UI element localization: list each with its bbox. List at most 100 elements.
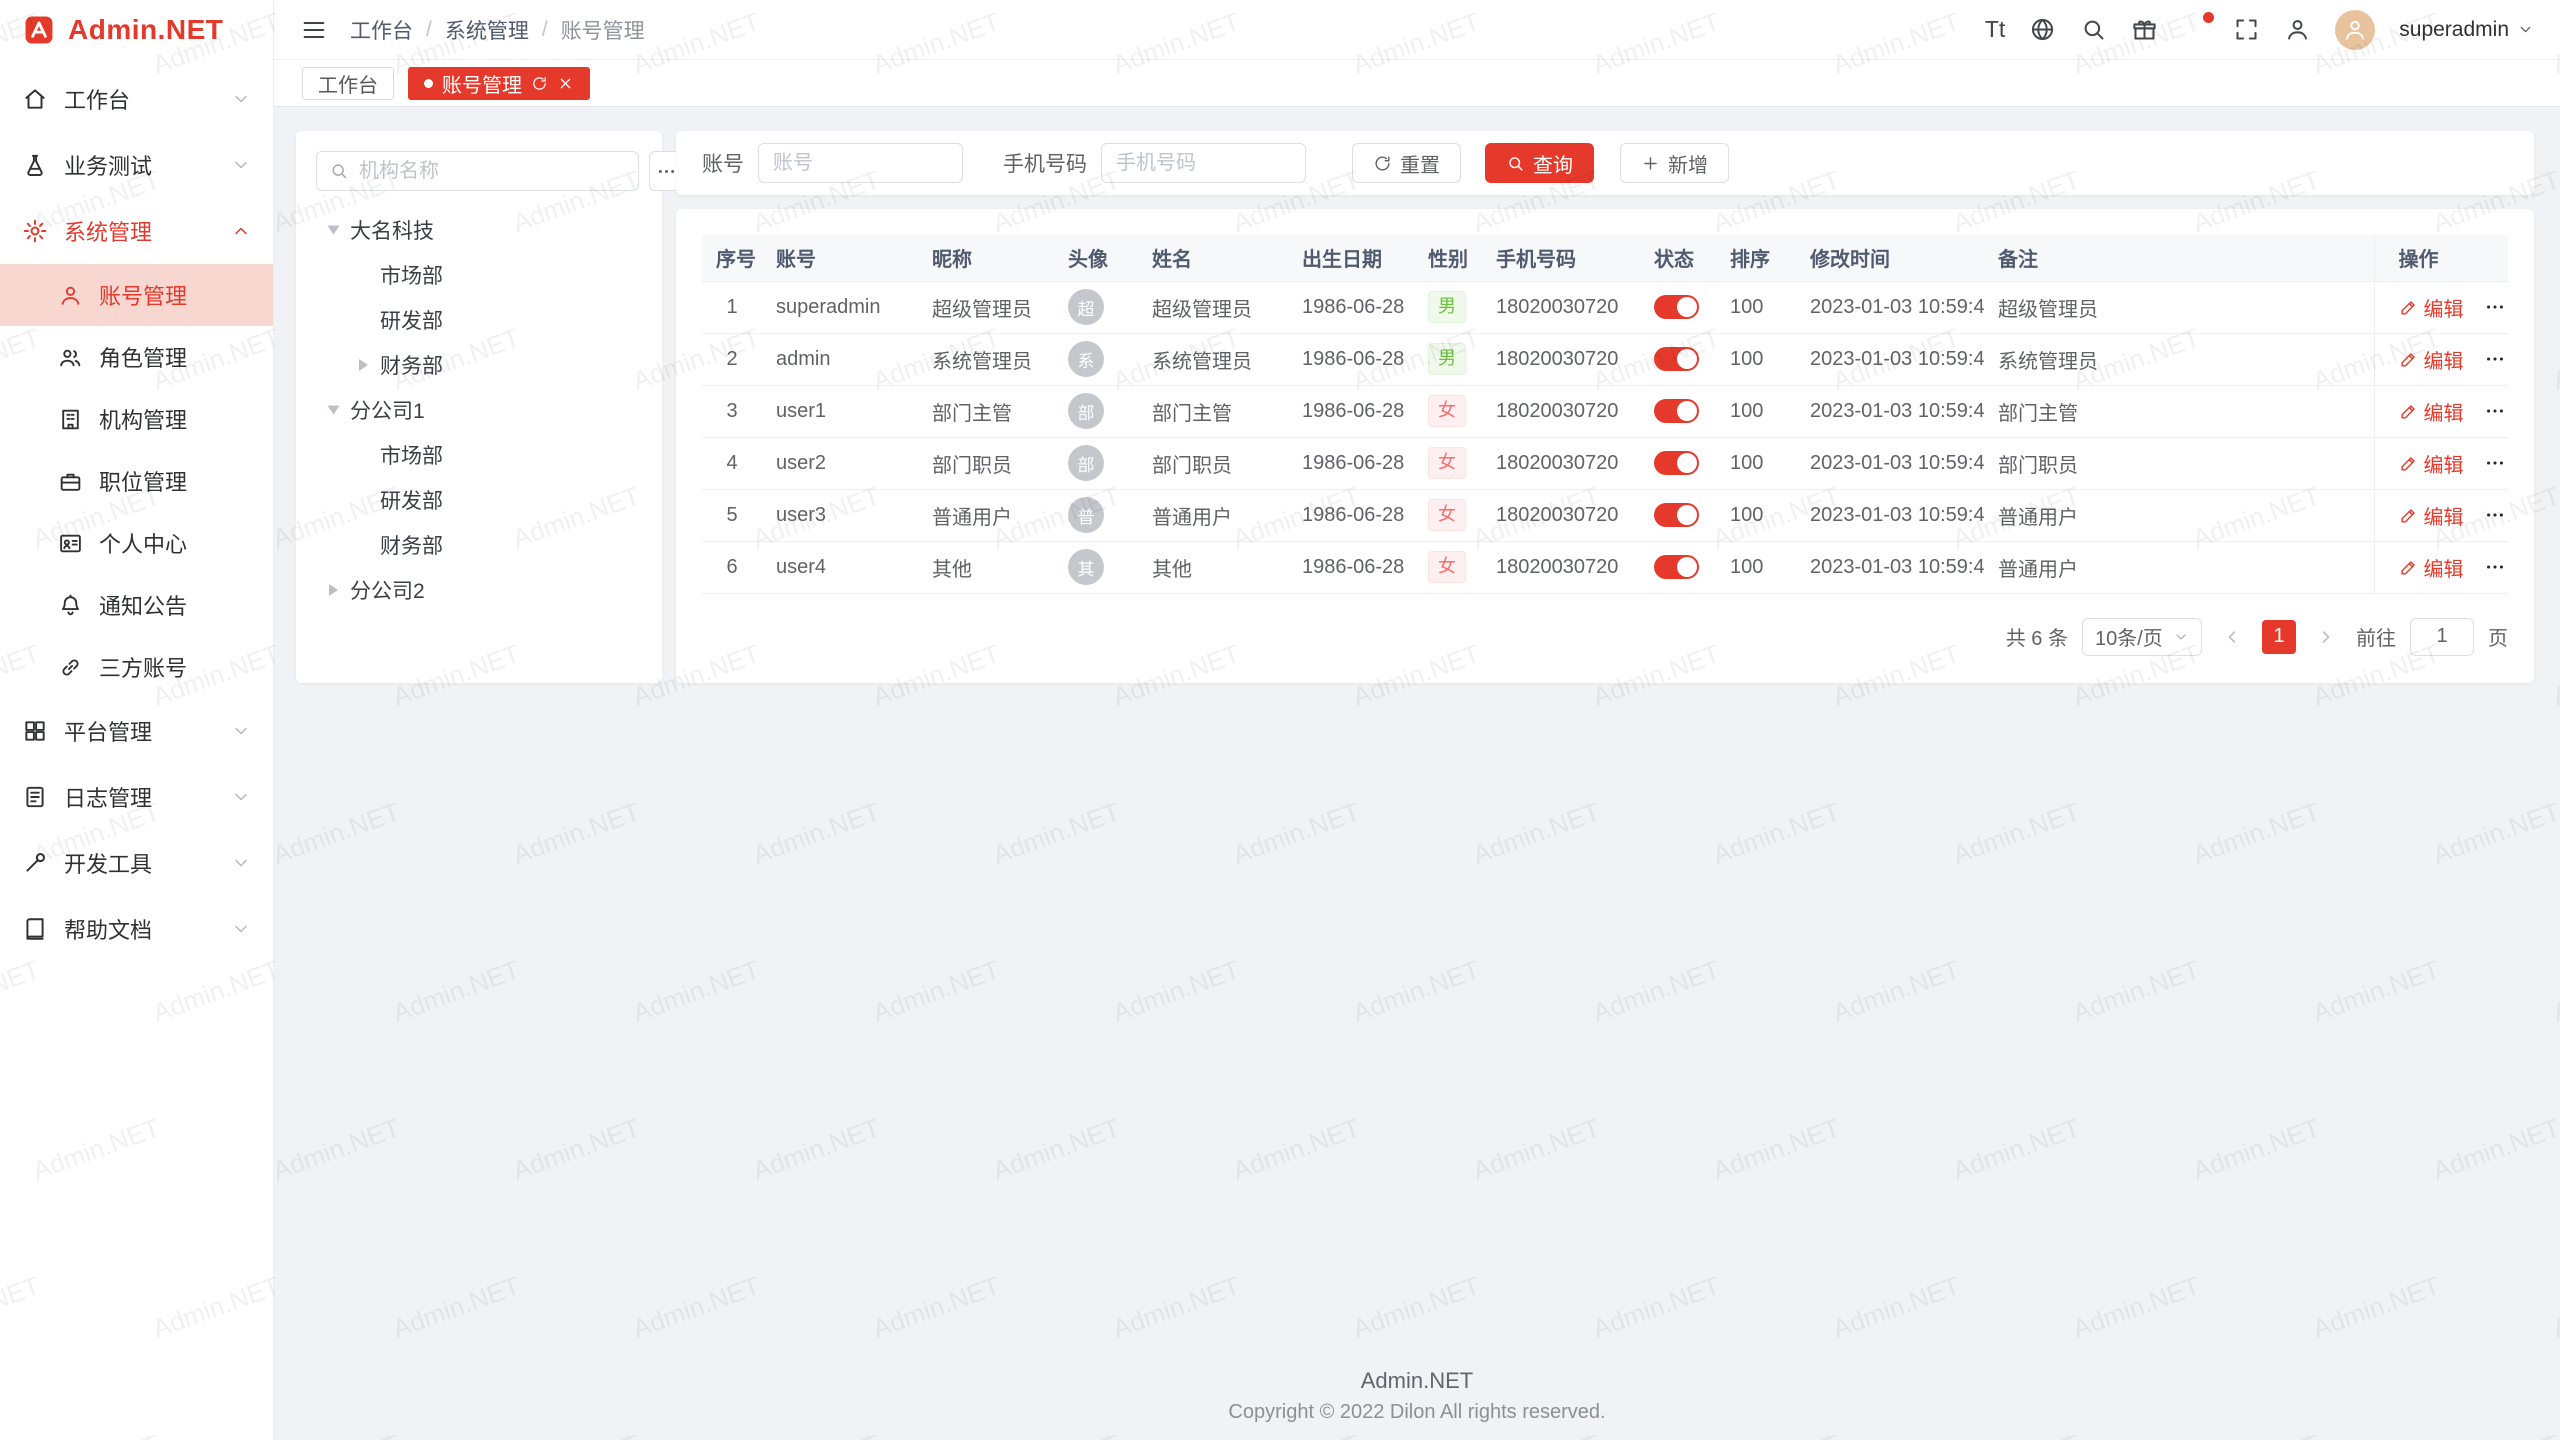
table-row: 3user1部门主管部部门主管1986-06-28女18020030720100…	[702, 385, 2508, 437]
sidebar-item-system-management[interactable]: 系统管理	[0, 198, 273, 264]
search-button[interactable]	[2080, 16, 2107, 43]
sidebar-item-position-management[interactable]: 职位管理	[0, 450, 273, 512]
row-more-button[interactable]	[2484, 348, 2506, 370]
tree-node[interactable]: 大名科技	[316, 207, 642, 252]
edit-button[interactable]: 编辑	[2399, 501, 2464, 530]
tabs-bar: 工作台账号管理	[274, 60, 2560, 107]
status-toggle[interactable]	[1654, 555, 1699, 579]
status-toggle[interactable]	[1654, 295, 1699, 319]
fullscreen-button[interactable]	[2233, 16, 2260, 43]
prev-page-button[interactable]	[2216, 621, 2248, 653]
status-toggle[interactable]	[1654, 399, 1699, 423]
username-text: superadmin	[2399, 18, 2509, 42]
font-size-button[interactable]: Tt	[1985, 16, 2005, 43]
sidebar-item-org-management[interactable]: 机构管理	[0, 388, 273, 450]
tree-node[interactable]: 市场部	[316, 432, 642, 477]
sidebar-item-business-test[interactable]: 业务测试	[0, 132, 273, 198]
reset-button[interactable]: 重置	[1352, 143, 1461, 183]
sidebar-subitem-label: 三方账号	[99, 651, 187, 683]
cell-remark: 部门主管	[1984, 385, 2374, 437]
caret-placeholder	[350, 532, 376, 558]
cell-nickname: 超级管理员	[918, 281, 1054, 333]
edit-button-label: 编辑	[2424, 553, 2464, 582]
tree-node-label: 大名科技	[350, 215, 434, 245]
cell-status	[1640, 541, 1716, 593]
gift-button[interactable]	[2131, 16, 2158, 43]
edit-button[interactable]: 编辑	[2399, 449, 2464, 478]
edit-button[interactable]: 编辑	[2399, 345, 2464, 374]
refresh-icon[interactable]	[531, 75, 548, 92]
sidebar-item-platform-management[interactable]: 平台管理	[0, 698, 273, 764]
sidebar-item-workbench[interactable]: 工作台	[0, 66, 273, 132]
cell-avatar: 部	[1054, 437, 1138, 489]
tree-node[interactable]: 研发部	[316, 477, 642, 522]
tree-node[interactable]: 研发部	[316, 297, 642, 342]
search-icon	[2080, 16, 2107, 43]
edit-button[interactable]: 编辑	[2399, 397, 2464, 426]
page-number[interactable]: 1	[2262, 620, 2296, 654]
sidebar-item-notice[interactable]: 通知公告	[0, 574, 273, 636]
page-size-select[interactable]: 10条/页	[2082, 618, 2202, 656]
cell-remark: 系统管理员	[1984, 333, 2374, 385]
phone-field: 手机号码	[1003, 143, 1306, 183]
status-toggle[interactable]	[1654, 451, 1699, 475]
sidebar-item-dev-tools[interactable]: 开发工具	[0, 830, 273, 896]
sidebar-item-role-management[interactable]: 角色管理	[0, 326, 273, 388]
tree-node[interactable]: 分公司2	[316, 567, 642, 612]
sidebar-subitem-label: 通知公告	[99, 589, 187, 621]
tree-caret-icon[interactable]	[320, 397, 346, 423]
tree-node[interactable]: 财务部	[316, 522, 642, 567]
tab-account-management[interactable]: 账号管理	[408, 67, 590, 100]
edit-button[interactable]: 编辑	[2399, 293, 2464, 322]
row-more-button[interactable]	[2484, 504, 2506, 526]
org-search-input[interactable]	[357, 159, 626, 184]
cell-phone: 18020030720	[1482, 437, 1640, 489]
tree-caret-icon[interactable]	[320, 217, 346, 243]
row-more-button[interactable]	[2484, 452, 2506, 474]
row-more-button[interactable]	[2484, 556, 2506, 578]
goto-page-input[interactable]	[2410, 618, 2474, 656]
table-header-row: 序号账号昵称头像姓名出生日期性别手机号码状态排序修改时间备注操作	[702, 235, 2508, 281]
next-page-button[interactable]	[2310, 621, 2342, 653]
close-icon[interactable]	[557, 75, 574, 92]
notification-button[interactable]	[2182, 16, 2209, 43]
search-button[interactable]: 查询	[1485, 143, 1594, 183]
toggle-knob	[1677, 557, 1697, 577]
column-header: 姓名	[1138, 235, 1288, 281]
footer-copyright: Copyright © 2022 Dilon All rights reserv…	[274, 1401, 2560, 1424]
sidebar-item-third-party-account[interactable]: 三方账号	[0, 636, 273, 698]
sidebar-item-log-management[interactable]: 日志管理	[0, 764, 273, 830]
menu-collapse-button[interactable]	[300, 16, 328, 44]
row-more-button[interactable]	[2484, 296, 2506, 318]
chevron-down-icon	[231, 787, 251, 807]
sidebar-item-personal-center[interactable]: 个人中心	[0, 512, 273, 574]
row-more-button[interactable]	[2484, 400, 2506, 422]
cell-birth: 1986-06-28	[1288, 385, 1414, 437]
phone-input[interactable]	[1101, 143, 1306, 183]
status-toggle[interactable]	[1654, 503, 1699, 527]
tab-workbench[interactable]: 工作台	[302, 67, 394, 100]
edit-icon	[2399, 454, 2418, 473]
tree-caret-icon[interactable]	[350, 352, 376, 378]
tree-caret-icon[interactable]	[320, 577, 346, 603]
cell-modified: 2023-01-03 10:59:44	[1796, 333, 1984, 385]
language-button[interactable]	[2029, 16, 2056, 43]
cell-phone: 18020030720	[1482, 281, 1640, 333]
sidebar-item-label: 业务测试	[64, 149, 215, 181]
add-button[interactable]: 新增	[1620, 143, 1729, 183]
account-input[interactable]	[758, 143, 963, 183]
cell-phone: 18020030720	[1482, 385, 1640, 437]
tree-node[interactable]: 分公司1	[316, 387, 642, 432]
sidebar-item-account-management[interactable]: 账号管理	[0, 264, 273, 326]
tree-node[interactable]: 财务部	[316, 342, 642, 387]
edit-button[interactable]: 编辑	[2399, 553, 2464, 582]
status-toggle[interactable]	[1654, 347, 1699, 371]
user-menu[interactable]: superadmin	[2399, 18, 2534, 42]
bell-icon	[58, 593, 83, 618]
breadcrumb-item: 工作台	[350, 15, 413, 45]
sidebar-item-help-docs[interactable]: 帮助文档	[0, 896, 273, 962]
sidebar-item-label: 帮助文档	[64, 913, 215, 945]
tree-node[interactable]: 市场部	[316, 252, 642, 297]
user-button[interactable]	[2284, 16, 2311, 43]
avatar[interactable]	[2335, 10, 2375, 50]
